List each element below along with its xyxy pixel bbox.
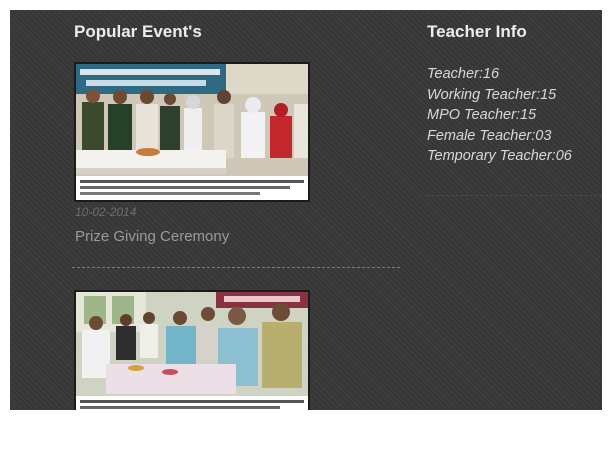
event-title-link[interactable]: Prize Giving Ceremony [75, 228, 229, 245]
event-divider [72, 267, 400, 268]
teacher-info-divider [426, 195, 602, 196]
teacher-info-heading: Teacher Info [427, 22, 527, 41]
teacher-info-list: Teacher:16 Working Teacher:15 MPO Teache… [427, 64, 572, 167]
working-teacher: Working Teacher:15 [427, 86, 557, 103]
popular-events-heading: Popular Event's [74, 22, 202, 41]
teacher-total: Teacher:16 [427, 66, 500, 82]
award-ceremony-photo[interactable] [74, 62, 310, 202]
content-panel: Popular Event's 10-02-2014 Prize Giving … [10, 10, 602, 410]
event-group-photo[interactable] [74, 290, 310, 410]
mpo-teacher: MPO Teacher:15 [427, 107, 537, 123]
female-teacher: Female Teacher:03 [427, 127, 552, 144]
temporary-teacher: Temporary Teacher:06 [427, 148, 572, 164]
event-date: 10-02-2014 [75, 205, 137, 219]
